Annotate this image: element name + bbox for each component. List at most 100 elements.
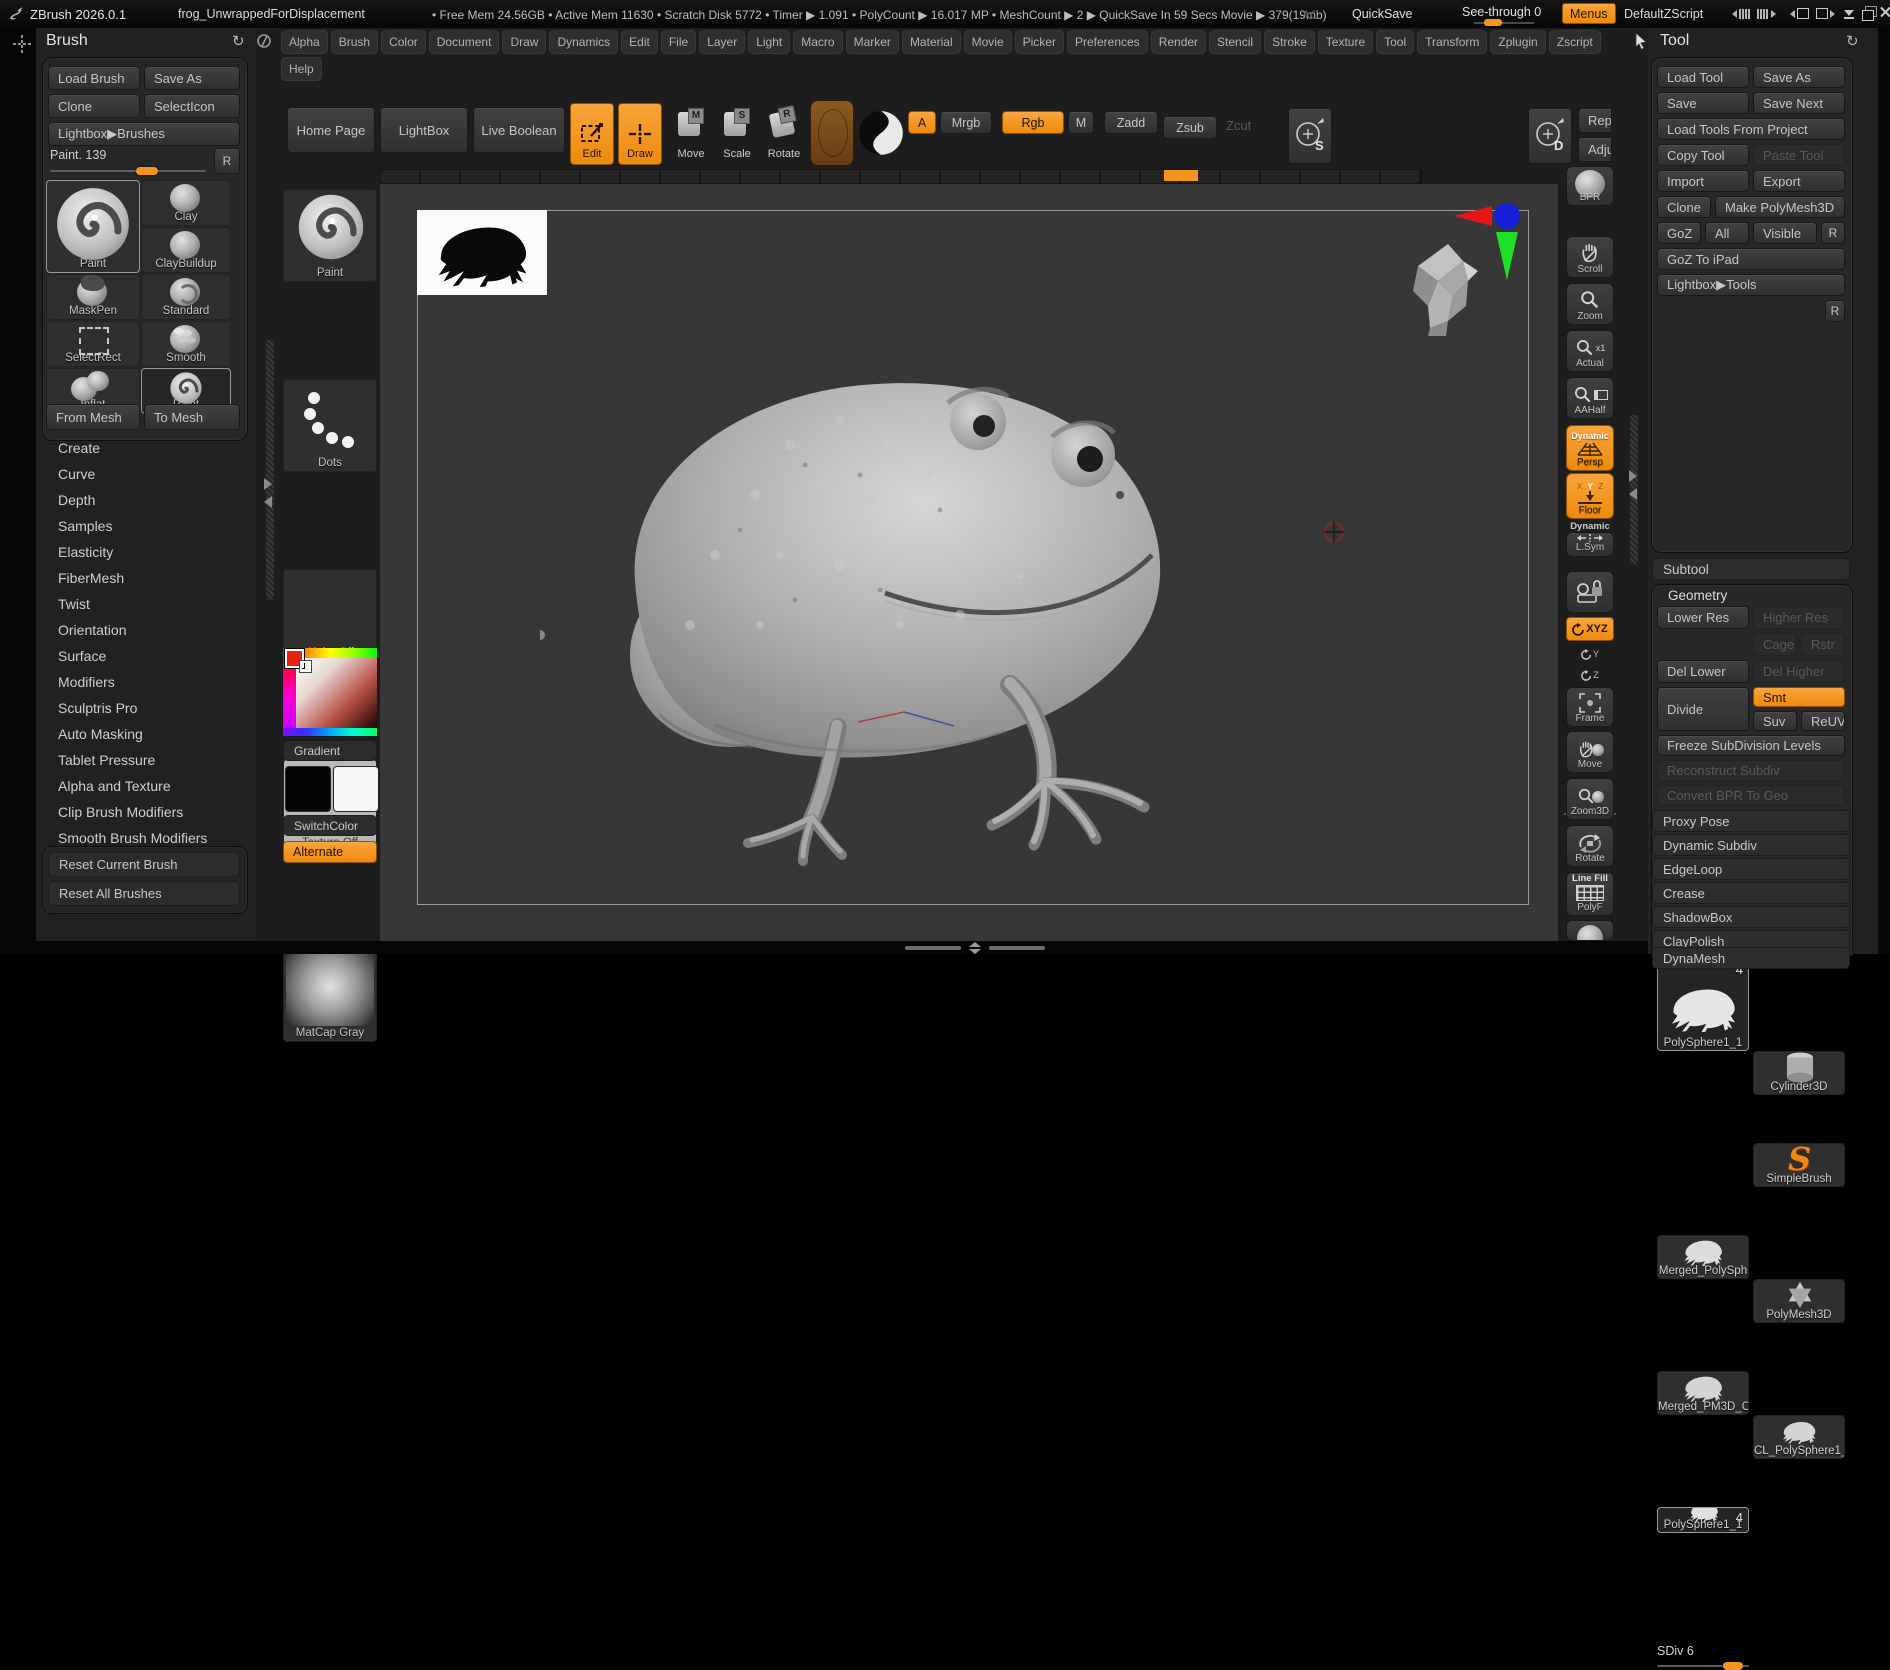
tool-thumb-polysphere-2[interactable]: 4 PolySphere1_1 [1657, 1507, 1749, 1533]
tool-save-next-button[interactable]: Save Next [1753, 92, 1845, 114]
menu-item-zplugin[interactable]: Zplugin [1490, 30, 1545, 54]
current-material-tile[interactable]: MatCap Gray [283, 949, 377, 1042]
section-clip-brush-modifiers[interactable]: Clip Brush Modifiers [58, 804, 248, 820]
menu-item-macro[interactable]: Macro [793, 30, 842, 54]
brush-thumb-maskpen[interactable]: MaskPen [46, 274, 140, 320]
timeline-strip[interactable] [380, 169, 1422, 184]
crease-section[interactable]: Crease [1652, 882, 1850, 904]
brush-clone-button[interactable]: Clone [48, 94, 140, 118]
switchcolor-button[interactable]: SwitchColor [283, 815, 377, 836]
zsub-toggle[interactable]: Zsub [1163, 116, 1217, 139]
partial-bottom-button[interactable] [1566, 920, 1614, 941]
goz-visible-button[interactable]: Visible [1753, 222, 1817, 244]
tool-thumb-simplebrush[interactable]: S SimpleBrush [1753, 1143, 1845, 1187]
menu-item-marker[interactable]: Marker [846, 30, 899, 54]
brush-thumb-standard[interactable]: Standard [141, 274, 231, 320]
load-tool-button[interactable]: Load Tool [1657, 66, 1749, 88]
aahalf-button[interactable]: AAHalf [1566, 377, 1614, 419]
freeze-subdivision-button[interactable]: Freeze SubDivision Levels [1657, 735, 1845, 756]
scale-mode-button[interactable]: S Scale [718, 110, 756, 160]
section-surface[interactable]: Surface [58, 648, 248, 664]
menu-item-brush[interactable]: Brush [331, 30, 378, 54]
rotate-3d-button[interactable]: Rotate [1566, 825, 1614, 867]
section-smooth-brush-modifiers[interactable]: Smooth Brush Modifiers [58, 830, 248, 846]
current-stroke-tile[interactable]: Dots [283, 379, 377, 472]
frame-button[interactable]: Frame [1566, 687, 1614, 727]
customize-icon[interactable] [256, 33, 272, 49]
dock-window-left-icon[interactable] [1790, 8, 1809, 19]
home-page-button[interactable]: Home Page [287, 107, 375, 153]
menu-item-transform[interactable]: Transform [1417, 30, 1487, 54]
color-picker[interactable] [283, 648, 377, 736]
brush-thumb-selectrect[interactable]: SelectRect [46, 321, 140, 367]
import-button[interactable]: Import [1657, 170, 1749, 192]
menu-item-render[interactable]: Render [1151, 30, 1206, 54]
load-tools-from-project-button[interactable]: Load Tools From Project [1657, 118, 1845, 140]
section-tablet-pressure[interactable]: Tablet Pressure [58, 752, 248, 768]
tool-save-as-button[interactable]: Save As [1753, 66, 1845, 88]
goz-r-button[interactable]: R [1821, 222, 1845, 244]
floor-z-label[interactable]: Z [1598, 481, 1603, 491]
menu-item-stroke[interactable]: Stroke [1264, 30, 1315, 54]
floor-x-label[interactable]: X [1577, 481, 1583, 491]
store-camera-button[interactable] [1566, 571, 1614, 613]
move-3d-button[interactable]: Move [1566, 731, 1614, 773]
menu-item-zscript[interactable]: Zscript [1549, 30, 1601, 54]
lower-res-button[interactable]: Lower Res [1657, 606, 1749, 629]
goz-all-button[interactable]: All [1705, 222, 1749, 244]
export-button[interactable]: Export [1753, 170, 1845, 192]
quicksave-button[interactable]: QuickSave [1352, 7, 1412, 21]
rgb-toggle[interactable]: Rgb [1002, 111, 1064, 134]
menu-item-stencil[interactable]: Stencil [1209, 30, 1261, 54]
section-auto-masking[interactable]: Auto Masking [58, 726, 248, 742]
brush-thumb-clay[interactable]: Clay [141, 180, 231, 226]
geometry-section-title[interactable]: Geometry [1668, 588, 1727, 603]
menu-item-file[interactable]: File [661, 30, 696, 54]
hue-strip-left[interactable] [283, 658, 296, 728]
menu-item-material[interactable]: Material [902, 30, 961, 54]
local-symmetry-button[interactable]: L.Sym [1566, 532, 1614, 557]
canvas-area[interactable] [380, 184, 1558, 941]
to-mesh-button[interactable]: To Mesh [144, 404, 240, 430]
see-through-handle[interactable] [1484, 19, 1502, 26]
tool-thumb-polysphere-selected[interactable]: 4 PolySphere1_1 [1657, 959, 1749, 1051]
brush-reset-icon[interactable] [232, 32, 245, 51]
brush-thumb-paint-large[interactable]: Paint [46, 180, 140, 273]
subtool-section-bar[interactable]: Subtool [1652, 558, 1850, 580]
timeline-current-segment[interactable] [1164, 170, 1198, 181]
edit-mode-button[interactable]: Edit [570, 103, 614, 165]
menu-item-help[interactable]: Help [281, 57, 322, 81]
stroke-d-button[interactable]: D [1528, 108, 1572, 164]
right-tray-collapse-icon[interactable] [1629, 488, 1637, 500]
tool-reset-icon[interactable] [1846, 32, 1859, 51]
axis-orientation-icon[interactable] [1452, 204, 1522, 284]
tool-save-button[interactable]: Save [1657, 92, 1749, 114]
tool-r-button[interactable]: R [1825, 300, 1845, 322]
section-elasticity[interactable]: Elasticity [58, 544, 248, 560]
secondary-color-swatch[interactable] [333, 766, 379, 812]
floor-y-label[interactable]: Y [1587, 481, 1593, 491]
section-sculptris-pro[interactable]: Sculptris Pro [58, 700, 248, 716]
alpha-preview[interactable] [417, 210, 547, 295]
menus-toggle-button[interactable]: Menus [1562, 3, 1616, 24]
reuv-button[interactable]: ReUV [1801, 711, 1845, 731]
tool-thumb-cylinder3d[interactable]: Cylinder3D [1753, 1051, 1845, 1095]
actual-size-button[interactable]: x1 Actual [1566, 330, 1614, 372]
proxy-pose-section[interactable]: Proxy Pose [1652, 810, 1850, 832]
default-zscript-button[interactable]: DefaultZScript [1624, 7, 1703, 21]
canvas-scrollbar-right[interactable] [989, 946, 1045, 950]
menu-item-draw[interactable]: Draw [502, 30, 546, 54]
current-material-sphere[interactable] [858, 110, 904, 156]
see-through-track[interactable] [1474, 22, 1534, 24]
replay-last-button[interactable]: Repla [1578, 108, 1612, 133]
reset-current-brush-button[interactable]: Reset Current Brush [48, 852, 240, 877]
tool-thumb-polymesh3d[interactable]: PolyMesh3D [1753, 1279, 1845, 1323]
canvas-scroll-up-icon[interactable] [969, 942, 981, 947]
brush-thumb-smooth[interactable]: Smooth [141, 321, 231, 367]
close-icon[interactable] [1880, 6, 1890, 18]
from-mesh-button[interactable]: From Mesh [46, 404, 140, 430]
smt-toggle[interactable]: Smt [1753, 687, 1845, 707]
goz-to-ipad-button[interactable]: GoZ To iPad [1657, 248, 1845, 270]
tool-thumb-merged-polysph[interactable]: Merged_PolySph [1657, 1235, 1749, 1279]
section-alpha-and-texture[interactable]: Alpha and Texture [58, 778, 248, 794]
